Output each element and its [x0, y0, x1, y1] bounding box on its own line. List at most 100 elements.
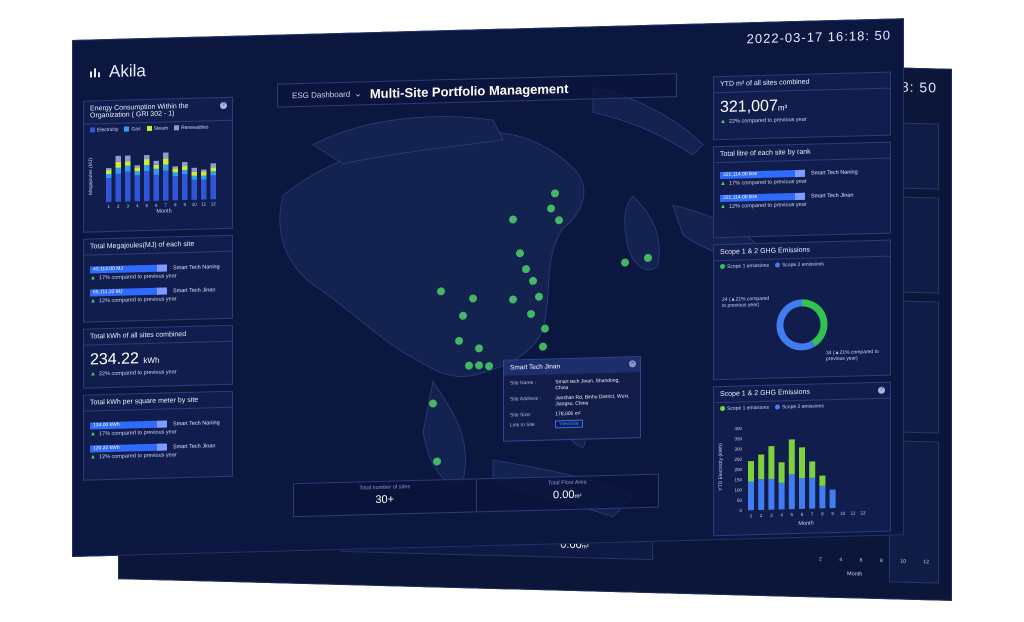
bar-segment: [153, 164, 159, 169]
site-name: Smart Tech Naning: [811, 168, 858, 177]
energy-bar-chart: Megajoules (MJ) Month 1 2 3 4 5 6 7 8 9 10 11 12: [88, 152, 216, 215]
chevron-down-icon[interactable]: ⌄: [354, 88, 362, 99]
trend-up-icon: ▲: [90, 431, 96, 438]
trend-up-icon: ▲: [90, 371, 96, 378]
popup-key: Site Size:: [510, 411, 532, 419]
kwh-unit: kWh: [143, 355, 160, 366]
legend-item: Scope 1 emissions: [720, 405, 769, 412]
bar-segment: [163, 164, 169, 171]
bar-segment: [106, 167, 112, 171]
bar-segment: [115, 167, 121, 174]
bar-segment: [172, 168, 178, 173]
bar-segment: [144, 158, 150, 166]
x-tick-label: 4: [136, 203, 139, 208]
bar-segment: [153, 160, 159, 165]
donut-slice: [801, 299, 828, 347]
y-tick-label: 250: [734, 457, 742, 462]
bar-segment: [758, 479, 765, 511]
x-tick-label: 1: [750, 513, 753, 518]
y-tick-label: 0: [739, 508, 742, 513]
x-tick-label: 10: [840, 511, 846, 516]
bar-segment: [115, 173, 121, 202]
stat-value: 30+: [375, 493, 395, 507]
y-tick-label: 400: [734, 426, 742, 431]
bar-segment: [768, 446, 775, 480]
bar-segment: [163, 170, 169, 201]
brand-logo[interactable]: Akila: [89, 61, 146, 82]
background-tick: 6: [859, 557, 863, 564]
compare-label: 22% compared to previous year: [98, 369, 177, 378]
trend-up-icon: ▲: [90, 275, 96, 282]
x-tick-label: 3: [770, 513, 773, 518]
x-tick-label: 2: [117, 204, 120, 209]
legend-label: Renewables: [181, 124, 209, 132]
x-tick-label: 3: [126, 203, 129, 208]
dashboard-dropdown[interactable]: ESG Dashboard: [292, 89, 350, 100]
legend-item: Scope 1 emissions: [720, 263, 769, 270]
y-tick-label: 200: [734, 467, 742, 472]
brand-name: Akila: [109, 61, 146, 82]
legend-swatch: [720, 264, 725, 270]
trend-up-icon: ▲: [90, 454, 96, 461]
kwh-total-panel: Total kWh of all sites combined 234.22 k…: [83, 324, 233, 389]
y-axis-label: YTD Electricity (kWh): [718, 443, 724, 491]
donut-label-scope1: 24 (▲21% compared to previous year): [722, 296, 772, 309]
legend-label: Scope 1 emissions: [727, 404, 769, 412]
megajoules-panel: Total Megajoules(MJ) of each site 43,114…: [83, 234, 233, 323]
close-icon[interactable]: ×: [629, 360, 636, 368]
bar-segment: [191, 171, 197, 176]
x-tick-label: 11: [851, 510, 856, 515]
background-tick: 10: [900, 558, 906, 565]
bar-segment: [809, 461, 816, 478]
x-tick-label: 4: [780, 512, 783, 517]
y-tick-label: 100: [734, 487, 742, 492]
background-tick: 4: [839, 556, 843, 564]
y-axis-label: Megajoules (MJ): [88, 158, 94, 195]
legend-swatch: [174, 125, 180, 131]
bar-segment: [778, 482, 785, 510]
legend-item: Scope 2 emissions: [774, 261, 824, 268]
bar-segment: [201, 175, 207, 180]
background-month-label: Month: [847, 571, 863, 578]
bar-segment: [125, 161, 131, 166]
background-area-unit: m²: [581, 544, 589, 551]
popup-value: Smart tech Jinan, Shandong, China: [555, 377, 620, 392]
ytd-unit: m³: [777, 103, 788, 113]
bar-segment: [758, 454, 765, 480]
legend-item: Scope 2 emissions: [774, 403, 824, 410]
bar-segment: [210, 167, 216, 172]
y-tick-label: 150: [734, 477, 742, 482]
legend-swatch: [720, 406, 725, 412]
compare-label: 17% compared to previous year: [98, 429, 177, 438]
trend-up-icon: ▲: [90, 298, 96, 305]
total-sites-cell: Total number of sites 30+: [294, 479, 477, 517]
compare-label: 22% compared to previous year: [728, 116, 807, 125]
ytd-number: 321,007: [720, 97, 778, 117]
bar-segment: [768, 478, 775, 510]
y-tick-label: 50: [737, 498, 743, 503]
trend-up-icon: ▲: [720, 203, 726, 211]
legend-label: Scope 1 emissions: [727, 262, 769, 270]
popup-row: Link to Site ViewSite: [504, 417, 640, 431]
bar-segment: [134, 165, 140, 168]
kwh-per-sqm-panel: Total kWh per square meter by site 134.0…: [83, 390, 233, 481]
popup-key: Site Name :: [510, 379, 537, 387]
x-tick-label: 7: [164, 203, 167, 208]
trend-up-icon: ▲: [720, 180, 726, 188]
background-tick: 8: [879, 558, 883, 565]
site-name: Smart Tech Naning: [173, 419, 220, 427]
bar-segment: [210, 175, 216, 200]
bar-segment: [778, 462, 785, 483]
bar-segment: [134, 175, 140, 202]
dashboard-screen: Akila ESG Dashboard ⌄ Multi-Site Portfol…: [72, 18, 904, 557]
ghg-donut-panel: Scope 1 & 2 GHG Emissions Scope 1 emissi…: [713, 239, 891, 381]
bar-segment: [172, 172, 178, 177]
bar-segment: [191, 167, 197, 172]
bar-segment: [191, 179, 197, 200]
ghg-bar-panel: Scope 1 & 2 GHG Emissions ? Scope 1 emis…: [713, 381, 891, 537]
bar-segment: [125, 165, 131, 172]
legend-label: Electricity: [97, 126, 119, 134]
bar-segment: [172, 166, 178, 169]
view-site-button[interactable]: ViewSite: [555, 419, 583, 429]
bar-segment: [819, 475, 826, 486]
